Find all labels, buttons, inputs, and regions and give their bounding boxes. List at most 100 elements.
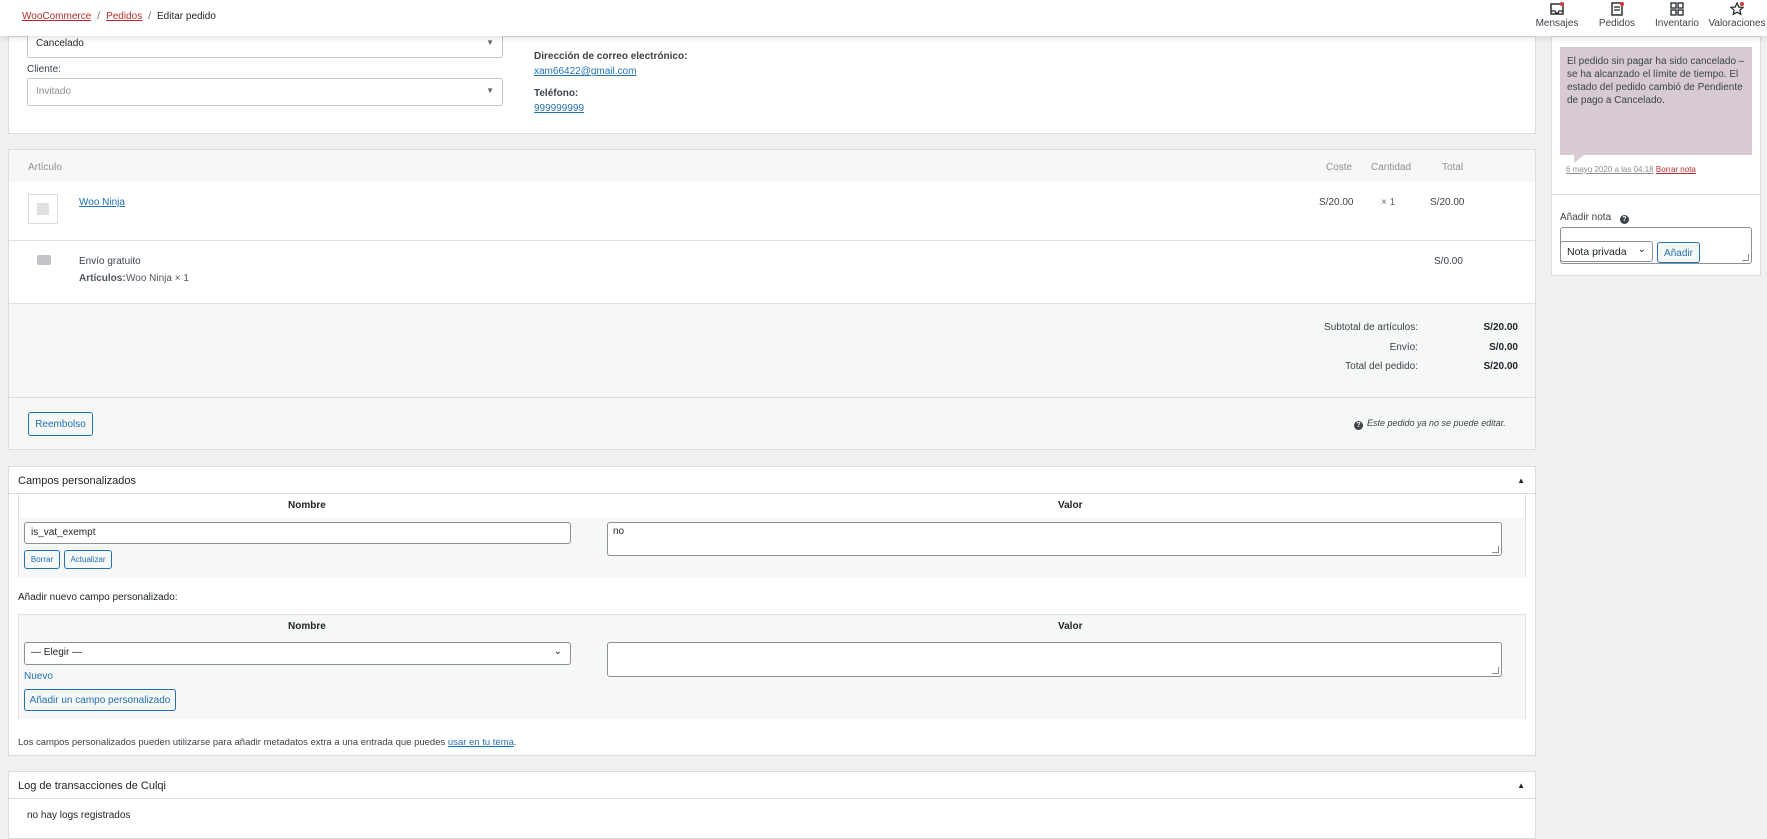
note-date: 6 mayo 2020 a las 04:18 [1566, 165, 1654, 174]
line-qty: × 1 [1381, 197, 1396, 208]
breadcrumb-current: Editar pedido [156, 11, 216, 22]
custom-fields-panel: Campos personalizados ▲ Nombre Valor is_… [8, 466, 1536, 756]
note-type-select[interactable]: Nota privada ⌄ [1560, 241, 1653, 262]
collapse-toggle-icon[interactable]: ▲ [1517, 476, 1525, 485]
product-link[interactable]: Woo Ninja [79, 197, 125, 208]
meta-value-textarea[interactable]: no [607, 522, 1502, 556]
add-note-button[interactable]: Añadir [1657, 242, 1700, 263]
activity-bar: Mensajes Pedidos Inventario Valoraciones [1527, 0, 1767, 36]
custom-fields-title: Campos personalizados [18, 475, 137, 487]
order-status-value: Cancelado [36, 38, 84, 49]
meta-key-input[interactable]: is_vat_exempt [24, 522, 571, 544]
delete-meta-button[interactable]: Borrar [24, 550, 60, 569]
order-notes-panel: El pedido sin pagar ha sido cancelado – … [1551, 36, 1761, 276]
activity-orders[interactable]: Pedidos [1587, 0, 1647, 36]
new-key-link[interactable]: Nuevo [24, 671, 53, 682]
phone-label: Teléfono: [534, 88, 579, 99]
culqi-header[interactable]: Log de transacciones de Culqi ▲ [9, 772, 1535, 799]
add-custom-field-button[interactable]: Añadir un campo personalizado [24, 689, 176, 711]
collapse-toggle-icon[interactable]: ▲ [1517, 781, 1525, 790]
customer-label: Cliente: [27, 64, 61, 75]
new-field-table: Nombre Valor — Elegir — ⌄ Nuevo Añadir u… [18, 614, 1526, 719]
custom-fields-header[interactable]: Campos personalizados ▲ [9, 467, 1535, 494]
chevron-down-icon: ⌄ [1637, 244, 1646, 255]
culqi-empty-text: no hay logs registrados [27, 810, 131, 821]
totals-label: Subtotal de artículos: [1324, 322, 1418, 333]
add-field-title: Añadir nuevo campo personalizado: [18, 592, 178, 603]
note-type-value: Nota privada [1567, 246, 1627, 258]
totals-label: Envío: [1389, 342, 1418, 353]
breadcrumb-woocommerce[interactable]: WooCommerce [22, 11, 91, 22]
add-note-label: Añadir nota ? [1560, 212, 1633, 224]
col-cost: Coste [1326, 162, 1353, 173]
new-meta-value-textarea[interactable] [607, 642, 1502, 677]
col-name-header: Nombre [288, 621, 326, 632]
activity-label: Mensajes [1535, 18, 1579, 29]
line-total: S/20.00 [1430, 197, 1465, 208]
star-icon [1730, 2, 1744, 16]
shipping-row: Envío gratuito Artículos: Woo Ninja × 1 … [9, 241, 1535, 304]
activity-reviews[interactable]: Valoraciones [1707, 0, 1767, 36]
add-note-text: Añadir nota [1560, 212, 1612, 223]
table-row: — Elegir — ⌄ Nuevo Añadir un campo perso… [19, 637, 1525, 719]
email-link[interactable]: xam66422@gmail.com [534, 66, 636, 77]
not-editable-note: ? Este pedido ya no se puede editar. [1354, 418, 1506, 430]
divider [1552, 194, 1760, 195]
table-header: Nombre Valor [19, 494, 1525, 518]
activity-inventory[interactable]: Inventario [1647, 0, 1707, 36]
order-items-panel: Artículo Coste Cantidad Total Woo Ninja … [8, 149, 1536, 450]
totals-value: S/20.00 [1483, 361, 1518, 372]
note-meta: 6 mayo 2020 a las 04:18 Borrar nota [1566, 165, 1696, 174]
col-total: Total [1442, 162, 1464, 173]
col-value-header: Valor [1058, 621, 1083, 632]
dropdown-arrow-icon: ▼ [486, 38, 494, 47]
order-details-panel: Cancelado ▼ Cliente: Invitado ▼ Direcció… [8, 30, 1536, 134]
activity-messages[interactable]: Mensajes [1527, 0, 1587, 36]
line-item-row: Woo Ninja S/20.00 × 1 S/20.00 [9, 182, 1535, 241]
update-meta-button[interactable]: Actualizar [64, 550, 112, 569]
totals-label: Total del pedido: [1345, 361, 1418, 372]
col-value-header: Valor [1058, 500, 1083, 511]
breadcrumb: WooCommerce / Pedidos / Editar pedido [22, 11, 216, 22]
breadcrumb-orders[interactable]: Pedidos [106, 11, 142, 22]
email-label: Dirección de correo electrónico: [534, 51, 688, 62]
col-qty: Cantidad [1371, 162, 1412, 173]
totals-value: S/0.00 [1489, 342, 1518, 353]
col-item: Artículo [28, 162, 62, 173]
shipping-name: Envío gratuito [79, 256, 141, 267]
refund-button[interactable]: Reembolso [28, 412, 93, 436]
meta-key-select[interactable]: — Elegir — ⌄ [24, 642, 571, 665]
product-thumbnail [28, 194, 58, 224]
orders-icon [1611, 2, 1624, 16]
customer-select[interactable]: Invitado ▼ [27, 78, 503, 106]
inbox-icon [1550, 2, 1564, 15]
activity-label: Pedidos [1598, 18, 1636, 29]
select-value: — Elegir — [31, 647, 83, 658]
shipping-meta-value: Woo Ninja × 1 [126, 273, 189, 284]
culqi-log-panel: Log de transacciones de Culqi ▲ no hay l… [8, 771, 1536, 839]
shipping-total: S/0.00 [1434, 256, 1463, 267]
customer-value: Invitado [36, 86, 72, 97]
truck-icon [37, 255, 51, 265]
dropdown-arrow-icon: ▼ [486, 86, 494, 95]
help-icon: ? [1354, 421, 1363, 430]
not-editable-text: Este pedido ya no se puede editar. [1367, 418, 1506, 428]
items-header: Artículo Coste Cantidad Total [9, 150, 1535, 182]
activity-label: Valoraciones [1708, 18, 1766, 29]
col-name-header: Nombre [288, 500, 326, 511]
culqi-title: Log de transacciones de Culqi [18, 780, 166, 792]
theme-link[interactable]: usar en tu tema [448, 737, 514, 748]
footer-text: Los campos personalizados pueden utiliza… [18, 737, 446, 748]
top-header: WooCommerce / Pedidos / Editar pedido Mensaj… [0, 0, 1767, 36]
delete-note-link[interactable]: Borrar nota [1656, 165, 1696, 174]
table-row: is_vat_exempt Borrar Actualizar no [19, 518, 1525, 577]
chevron-down-icon: ⌄ [553, 646, 562, 657]
existing-fields-table: Nombre Valor is_vat_exempt Borrar Actual… [18, 494, 1526, 577]
totals-value: S/20.00 [1483, 322, 1518, 333]
order-note: El pedido sin pagar ha sido cancelado – … [1560, 47, 1752, 163]
activity-label: Inventario [1655, 18, 1699, 29]
shipping-meta-label: Artículos: [79, 273, 126, 284]
help-icon[interactable]: ? [1619, 215, 1629, 224]
phone-link[interactable]: 999999999 [534, 103, 584, 114]
line-cost: S/20.00 [1319, 197, 1354, 208]
